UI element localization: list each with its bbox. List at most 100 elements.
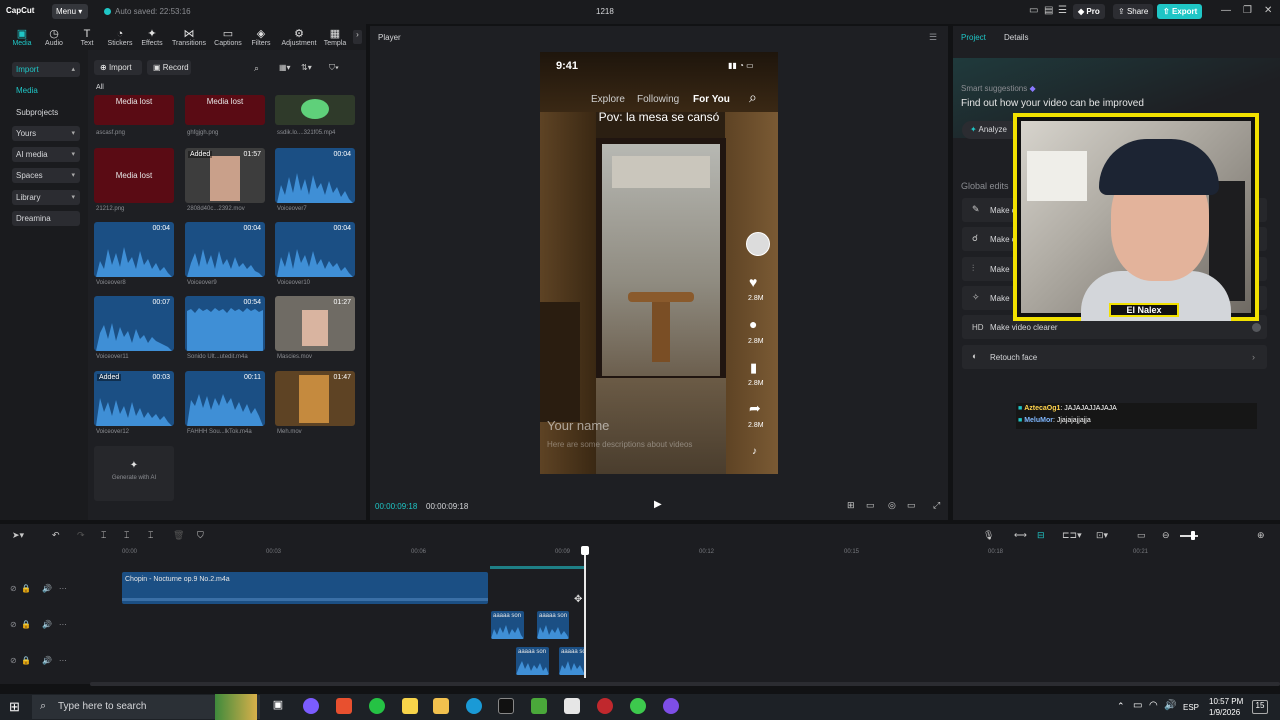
capcut-active-icon[interactable] (564, 698, 580, 714)
volume-icon[interactable]: 🔊 (1164, 700, 1176, 711)
network-icon[interactable]: ▭ (1133, 700, 1142, 711)
undo-icon[interactable]: ↶ (52, 530, 60, 541)
obs-icon[interactable] (597, 698, 613, 714)
track-controls[interactable]: ⊘ 🔒 🔊 ⋯ (10, 584, 67, 593)
settings-icon[interactable]: ☰ (1058, 5, 1067, 16)
wifi-icon[interactable]: ◠ (1149, 700, 1158, 711)
clock-date[interactable]: 1/9/2026 (1209, 708, 1240, 717)
tab-media[interactable]: ▣ Media (4, 28, 40, 47)
media-item[interactable]: 00:54 (185, 296, 265, 351)
ratio-icon[interactable]: ▭ (907, 500, 916, 511)
media-item[interactable]: Media lost (94, 95, 174, 125)
zoom-slider-handle[interactable] (1191, 531, 1195, 540)
layout-icon[interactable]: ▭ (1029, 5, 1038, 16)
copilot-icon[interactable] (303, 698, 319, 714)
media-item[interactable]: Media lost (185, 95, 265, 125)
media-item[interactable]: 00:04 (94, 222, 174, 277)
tab-stickers[interactable]: ◔ Stickers (102, 28, 138, 47)
tab-effects[interactable]: ✦ Effects (134, 28, 170, 47)
export-button[interactable]: ⇧ Export (1157, 4, 1202, 19)
project-name[interactable]: 1218 (596, 7, 614, 16)
media-item[interactable]: Media lost (94, 148, 174, 203)
tab-adjustment[interactable]: ⚙ Adjustment (281, 28, 317, 47)
sort-icon[interactable]: ⇅▾ (301, 63, 312, 72)
split-right-icon[interactable]: ⌶ (148, 530, 153, 541)
brave-icon[interactable] (336, 698, 352, 714)
notification-badge[interactable]: 15 (1252, 700, 1268, 714)
tab-details[interactable]: Details (1004, 33, 1028, 42)
video-preview[interactable]: 9:41 ▮▮ ◔ ▭ Explore Following For You ⌕ … (540, 52, 778, 474)
sidebar-item-spaces[interactable]: Spaces ▾ (12, 168, 80, 183)
tab-templates[interactable]: ▦ Templa (320, 28, 350, 47)
magnet-icon[interactable]: ⊟ (1037, 530, 1045, 541)
tab-audio[interactable]: ◷ Audio (36, 28, 72, 47)
maximize-icon[interactable]: ❐ (1243, 5, 1252, 16)
pro-button[interactable]: ◆ Pro (1073, 4, 1105, 19)
media-item[interactable]: Added 00:03 (94, 371, 174, 426)
tab-captions[interactable]: ▭ Captions (210, 28, 246, 47)
preview-axis-icon[interactable]: ⊡▾ (1096, 530, 1108, 541)
media-item[interactable]: 00:07 (94, 296, 174, 351)
toggle-switch[interactable] (1252, 323, 1261, 332)
track-controls[interactable]: ⊘ 🔒 🔊 ⋯ (10, 656, 67, 665)
audio-clip-small[interactable]: aaaaa son (491, 611, 524, 639)
android-icon[interactable] (630, 698, 646, 714)
sidebar-item-import[interactable]: Import ▴ (12, 62, 80, 77)
microphone-icon[interactable]: 🎙 (983, 530, 994, 541)
audio-clip-small[interactable]: aaaaa son (537, 611, 569, 639)
shield-icon[interactable]: ⛉ (197, 530, 204, 541)
tab-text[interactable]: T Text (69, 28, 105, 47)
tab-transitions[interactable]: ⋈ Transitions (171, 28, 207, 47)
tab-project[interactable]: Project (961, 33, 986, 42)
zoom-out-icon[interactable]: ⊖ (1162, 530, 1170, 541)
media-item[interactable]: 01:27 (275, 296, 355, 351)
timeline-scrollbar[interactable] (90, 682, 1280, 686)
hd-icon[interactable]: ▭ (866, 500, 875, 511)
close-icon[interactable]: ✕ (1264, 5, 1272, 16)
crop-icon[interactable]: ◎ (888, 500, 896, 511)
audio-clip-small[interactable]: aaaaa son (559, 647, 585, 675)
audio-clip-small[interactable]: aaaaa son (516, 647, 549, 675)
edge-icon[interactable] (466, 698, 482, 714)
sidebar-item-ai-media[interactable]: AI media ▾ (12, 147, 80, 162)
import-button[interactable]: ⊕ Import (94, 60, 142, 75)
scroll-right-icon[interactable]: › (353, 30, 362, 44)
minecraft-icon[interactable] (531, 698, 547, 714)
sticky-notes-icon[interactable] (402, 698, 418, 714)
record-button[interactable]: ▣ Record (147, 60, 191, 75)
play-icon[interactable]: ▶ (654, 499, 662, 510)
media-item[interactable]: 01:47 (275, 371, 355, 426)
app-icon[interactable] (663, 698, 679, 714)
select-tool-icon[interactable]: ➤▾ (12, 530, 24, 541)
language-indicator[interactable]: ESP (1183, 703, 1199, 712)
tray-chevron-icon[interactable]: ⌃ (1117, 701, 1125, 712)
share-button[interactable]: ⇪ Share (1113, 4, 1153, 19)
sidebar-item-dreamina[interactable]: Dreamina (12, 211, 80, 226)
grid-view-icon[interactable]: ▦▾ (279, 63, 291, 72)
media-item[interactable]: 00:04 (275, 222, 355, 277)
media-item[interactable]: Added 01:57 (185, 148, 265, 203)
filter-icon[interactable]: ⛉▾ (329, 63, 339, 73)
audio-clip[interactable]: Chopin - Nocturne op.9 No.2.m4a (122, 572, 488, 604)
sidebar-item-yours[interactable]: Yours ▾ (12, 126, 80, 141)
snapshot-icon[interactable]: ⊞ (847, 500, 855, 511)
linkage-icon[interactable]: ⊏⊐▾ (1062, 530, 1082, 541)
generate-ai-button[interactable]: ✦ Generate with AI (94, 446, 174, 501)
whatsapp-icon[interactable] (369, 698, 385, 714)
split-left-icon[interactable]: ⌶ (124, 530, 129, 541)
search-icon[interactable]: ⌕ (254, 63, 259, 74)
keyboard-icon[interactable]: ▤ (1044, 5, 1053, 16)
minimize-icon[interactable]: — (1221, 5, 1231, 16)
track-controls[interactable]: ⊘ 🔒 🔊 ⋯ (10, 620, 67, 629)
sidebar-item-library[interactable]: Library ▾ (12, 190, 80, 205)
menu-button[interactable]: Menu ▾ (52, 4, 88, 19)
filter-all-label[interactable]: All (96, 84, 104, 91)
player-menu-icon[interactable]: ☰ (929, 32, 937, 43)
media-item[interactable]: 00:04 (185, 222, 265, 277)
zoom-fit-icon[interactable]: ⊕ (1257, 530, 1265, 541)
fullscreen-icon[interactable]: ⤢ (933, 500, 940, 511)
task-view-icon[interactable]: ▣ (270, 698, 286, 714)
sidebar-item-media[interactable]: Media (12, 83, 80, 98)
zoom-slider[interactable] (1180, 535, 1198, 537)
global-edit-row[interactable]: ◐ Retouch face › (962, 345, 1267, 369)
